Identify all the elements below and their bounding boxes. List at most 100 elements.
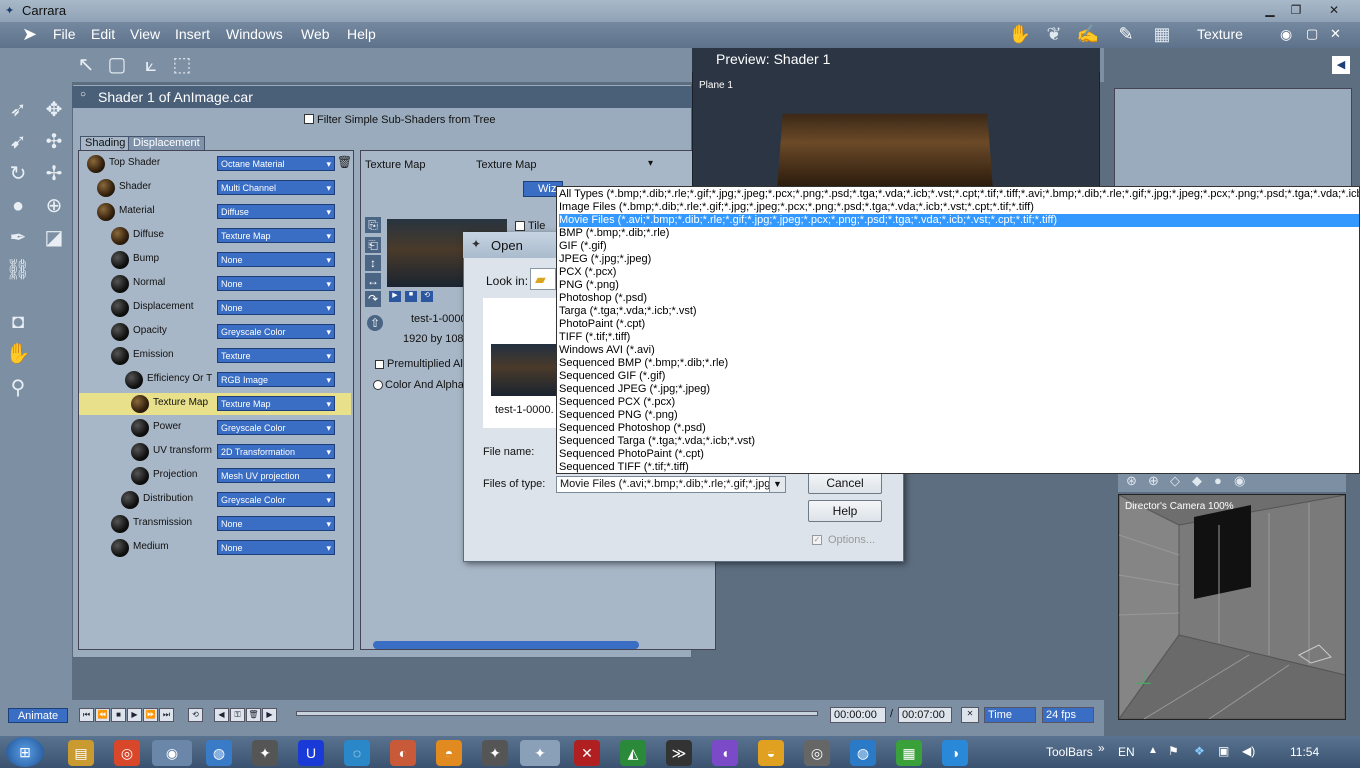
tree-row[interactable]: Texture Map Texture Map <box>79 393 351 415</box>
delete-key-icon[interactable]: 🗑 <box>246 708 261 722</box>
tree-row[interactable]: Top Shader Octane Material <box>79 153 351 175</box>
panel-dot-icon[interactable]: ○ <box>80 89 86 100</box>
track-tool-icon[interactable]: ✢ <box>40 160 68 188</box>
tree-row[interactable]: Shader Multi Channel <box>79 177 351 199</box>
filetype-option[interactable]: Sequenced TIFF (*.tif;*.tiff) <box>559 461 1359 474</box>
action-center-icon[interactable]: ⚑ <box>1168 744 1179 758</box>
tree-row[interactable]: Bump None <box>79 249 351 271</box>
language-indicator[interactable]: EN <box>1118 745 1135 759</box>
filetype-option[interactable]: Sequenced PhotoPaint (*.cpt) <box>559 448 1359 461</box>
maximize-button[interactable]: ❐ <box>1284 2 1308 19</box>
toolbars-label[interactable]: ToolBars <box>1046 745 1093 759</box>
room-render-icon[interactable]: ▦ <box>1150 24 1174 46</box>
volume-icon[interactable]: ◀) <box>1242 744 1255 758</box>
app-icon-7[interactable]: ◭ <box>620 740 646 766</box>
room-assemble-icon[interactable]: ✋ <box>1008 24 1032 46</box>
app-icon-2[interactable]: ✦ <box>252 740 278 766</box>
tree-row[interactable]: Displacement None <box>79 297 351 319</box>
tree-row[interactable]: Transmission None <box>79 513 351 535</box>
rotate-image-icon[interactable]: ↷ <box>365 291 381 307</box>
terminal-icon[interactable]: ≫ <box>666 740 692 766</box>
filetype-option[interactable]: PCX (*.pcx) <box>559 266 1359 279</box>
room-storyboard-icon[interactable]: ✍ <box>1076 24 1100 46</box>
tree-node-combo[interactable]: RGB Image <box>217 372 335 388</box>
filetype-option[interactable]: Targa (*.tga;*.vda;*.icb;*.vst) <box>559 305 1359 318</box>
shaded-sphere-icon[interactable]: ● <box>1214 473 1222 488</box>
menu-windows[interactable]: Windows <box>226 26 283 42</box>
open-movie-icon[interactable]: ⎗ <box>365 237 381 253</box>
app-icon-12[interactable]: ▦ <box>896 740 922 766</box>
go-start-icon[interactable]: ⏮ <box>79 708 94 722</box>
wireframe-cube-icon[interactable]: ◇ <box>1170 473 1180 489</box>
tree-row[interactable]: Emission Texture <box>79 345 351 367</box>
sphere-tool-icon[interactable]: ● <box>4 192 32 220</box>
tree-row[interactable]: Medium None <box>79 537 351 559</box>
next-key-icon[interactable]: ▶ <box>262 708 277 722</box>
select-arrow-icon[interactable]: ↖ <box>72 51 100 79</box>
tree-node-combo[interactable]: 2D Transformation <box>217 444 335 460</box>
file-thumbnail[interactable] <box>491 344 556 396</box>
time-start-field[interactable]: 00:00:00 <box>830 707 886 723</box>
eyedropper-icon[interactable]: ✒ <box>4 224 32 252</box>
horizontal-scrollbar[interactable] <box>373 641 639 649</box>
app-icon-11[interactable]: ◍ <box>850 740 876 766</box>
camera-viewport[interactable]: Director's Camera 100% ⊥ <box>1118 494 1346 720</box>
tree-row[interactable]: Efficiency Or T RGB Image <box>79 369 351 391</box>
app-icon-1[interactable]: ◍ <box>206 740 232 766</box>
premultiplied-checkbox[interactable] <box>375 360 384 369</box>
menu-view[interactable]: View <box>130 26 160 42</box>
detail-header-right[interactable]: Texture Map <box>476 159 537 171</box>
menu-web[interactable]: Web <box>301 26 330 42</box>
time-end-field[interactable]: 00:07:00 <box>898 707 952 723</box>
render-sphere-icon[interactable]: ◉ <box>1234 473 1245 489</box>
look-in-combo[interactable]: ▰ <box>530 268 556 290</box>
chrome-icon[interactable]: ◎ <box>114 740 140 766</box>
filetype-option[interactable]: JPEG (*.jpg;*.jpeg) <box>559 253 1359 266</box>
loop-icon[interactable]: ⟲ <box>421 291 433 302</box>
animate-button[interactable]: Animate <box>8 708 68 723</box>
box-select-icon[interactable]: ▢ <box>103 51 131 79</box>
move-tool-icon[interactable]: ✥ <box>40 96 68 124</box>
tree-row[interactable]: Projection Mesh UV projection <box>79 465 351 487</box>
fps-combo[interactable]: 24 fps <box>1042 707 1094 723</box>
app-icon-13[interactable]: ◑ <box>942 740 968 766</box>
scale-tool-icon[interactable]: ⟀ <box>137 51 165 79</box>
menu-insert[interactable]: Insert <box>175 26 210 42</box>
filetype-option[interactable]: GIF (*.gif) <box>559 240 1359 253</box>
tile-checkbox[interactable] <box>515 221 525 231</box>
tree-node-combo[interactable]: None <box>217 252 335 268</box>
zoom-tool-icon[interactable]: ⚲ <box>4 374 32 402</box>
blender-icon[interactable]: ◓ <box>436 740 462 766</box>
restore-icon[interactable]: ▢ <box>1306 26 1318 42</box>
tree-node-combo[interactable]: Greyscale Color <box>217 420 335 436</box>
file-list[interactable]: test-1-0000. <box>483 298 556 428</box>
filetype-option[interactable]: All Types (*.bmp;*.dib;*.rle;*.gif;*.jpg… <box>559 188 1359 201</box>
tab-shading[interactable]: Shading <box>80 136 131 151</box>
hand-tool-icon[interactable]: ✋ <box>4 340 32 368</box>
cancel-button[interactable]: Cancel <box>808 472 882 494</box>
options-checkbox[interactable]: ✓ <box>812 535 822 545</box>
camera-pan-icon[interactable]: ⊕ <box>1148 473 1159 489</box>
close-room-icon[interactable]: ✕ <box>1330 26 1341 42</box>
chevron-down-icon[interactable]: ▼ <box>769 477 785 492</box>
close-x-icon[interactable]: ✕ <box>961 707 979 723</box>
tree-node-combo[interactable]: None <box>217 540 335 556</box>
menu-file[interactable]: File <box>53 26 76 42</box>
timeline-scrubber[interactable] <box>296 711 818 716</box>
filetype-option[interactable]: BMP (*.bmp;*.dib;*.rle) <box>559 227 1359 240</box>
app-icon-9[interactable]: ◒ <box>758 740 784 766</box>
trash-icon[interactable]: 🗑 <box>337 155 352 169</box>
start-button-icon[interactable]: ⊞ <box>6 737 44 767</box>
tree-row[interactable]: Diffuse Texture Map <box>79 225 351 247</box>
camera-orbit-icon[interactable]: ⊛ <box>1126 473 1137 489</box>
filetype-option[interactable]: Sequenced JPEG (*.jpg;*.jpeg) <box>559 383 1359 396</box>
filetype-option[interactable]: Image Files (*.bmp;*.dib;*.rle;*.gif;*.j… <box>559 201 1359 214</box>
prev-key-icon[interactable]: ◀ <box>214 708 229 722</box>
filetype-option[interactable]: TIFF (*.tif;*.tiff) <box>559 331 1359 344</box>
tray-up-icon[interactable]: ▲ <box>1148 745 1158 756</box>
tree-row[interactable]: Material Diffuse <box>79 201 351 223</box>
filetype-option[interactable]: Sequenced BMP (*.bmp;*.dib;*.rle) <box>559 357 1359 370</box>
go-end-icon[interactable]: ⏭ <box>159 708 174 722</box>
tree-node-combo[interactable]: Mesh UV projection <box>217 468 335 484</box>
collapse-panel-icon[interactable]: ◀ <box>1332 56 1350 74</box>
